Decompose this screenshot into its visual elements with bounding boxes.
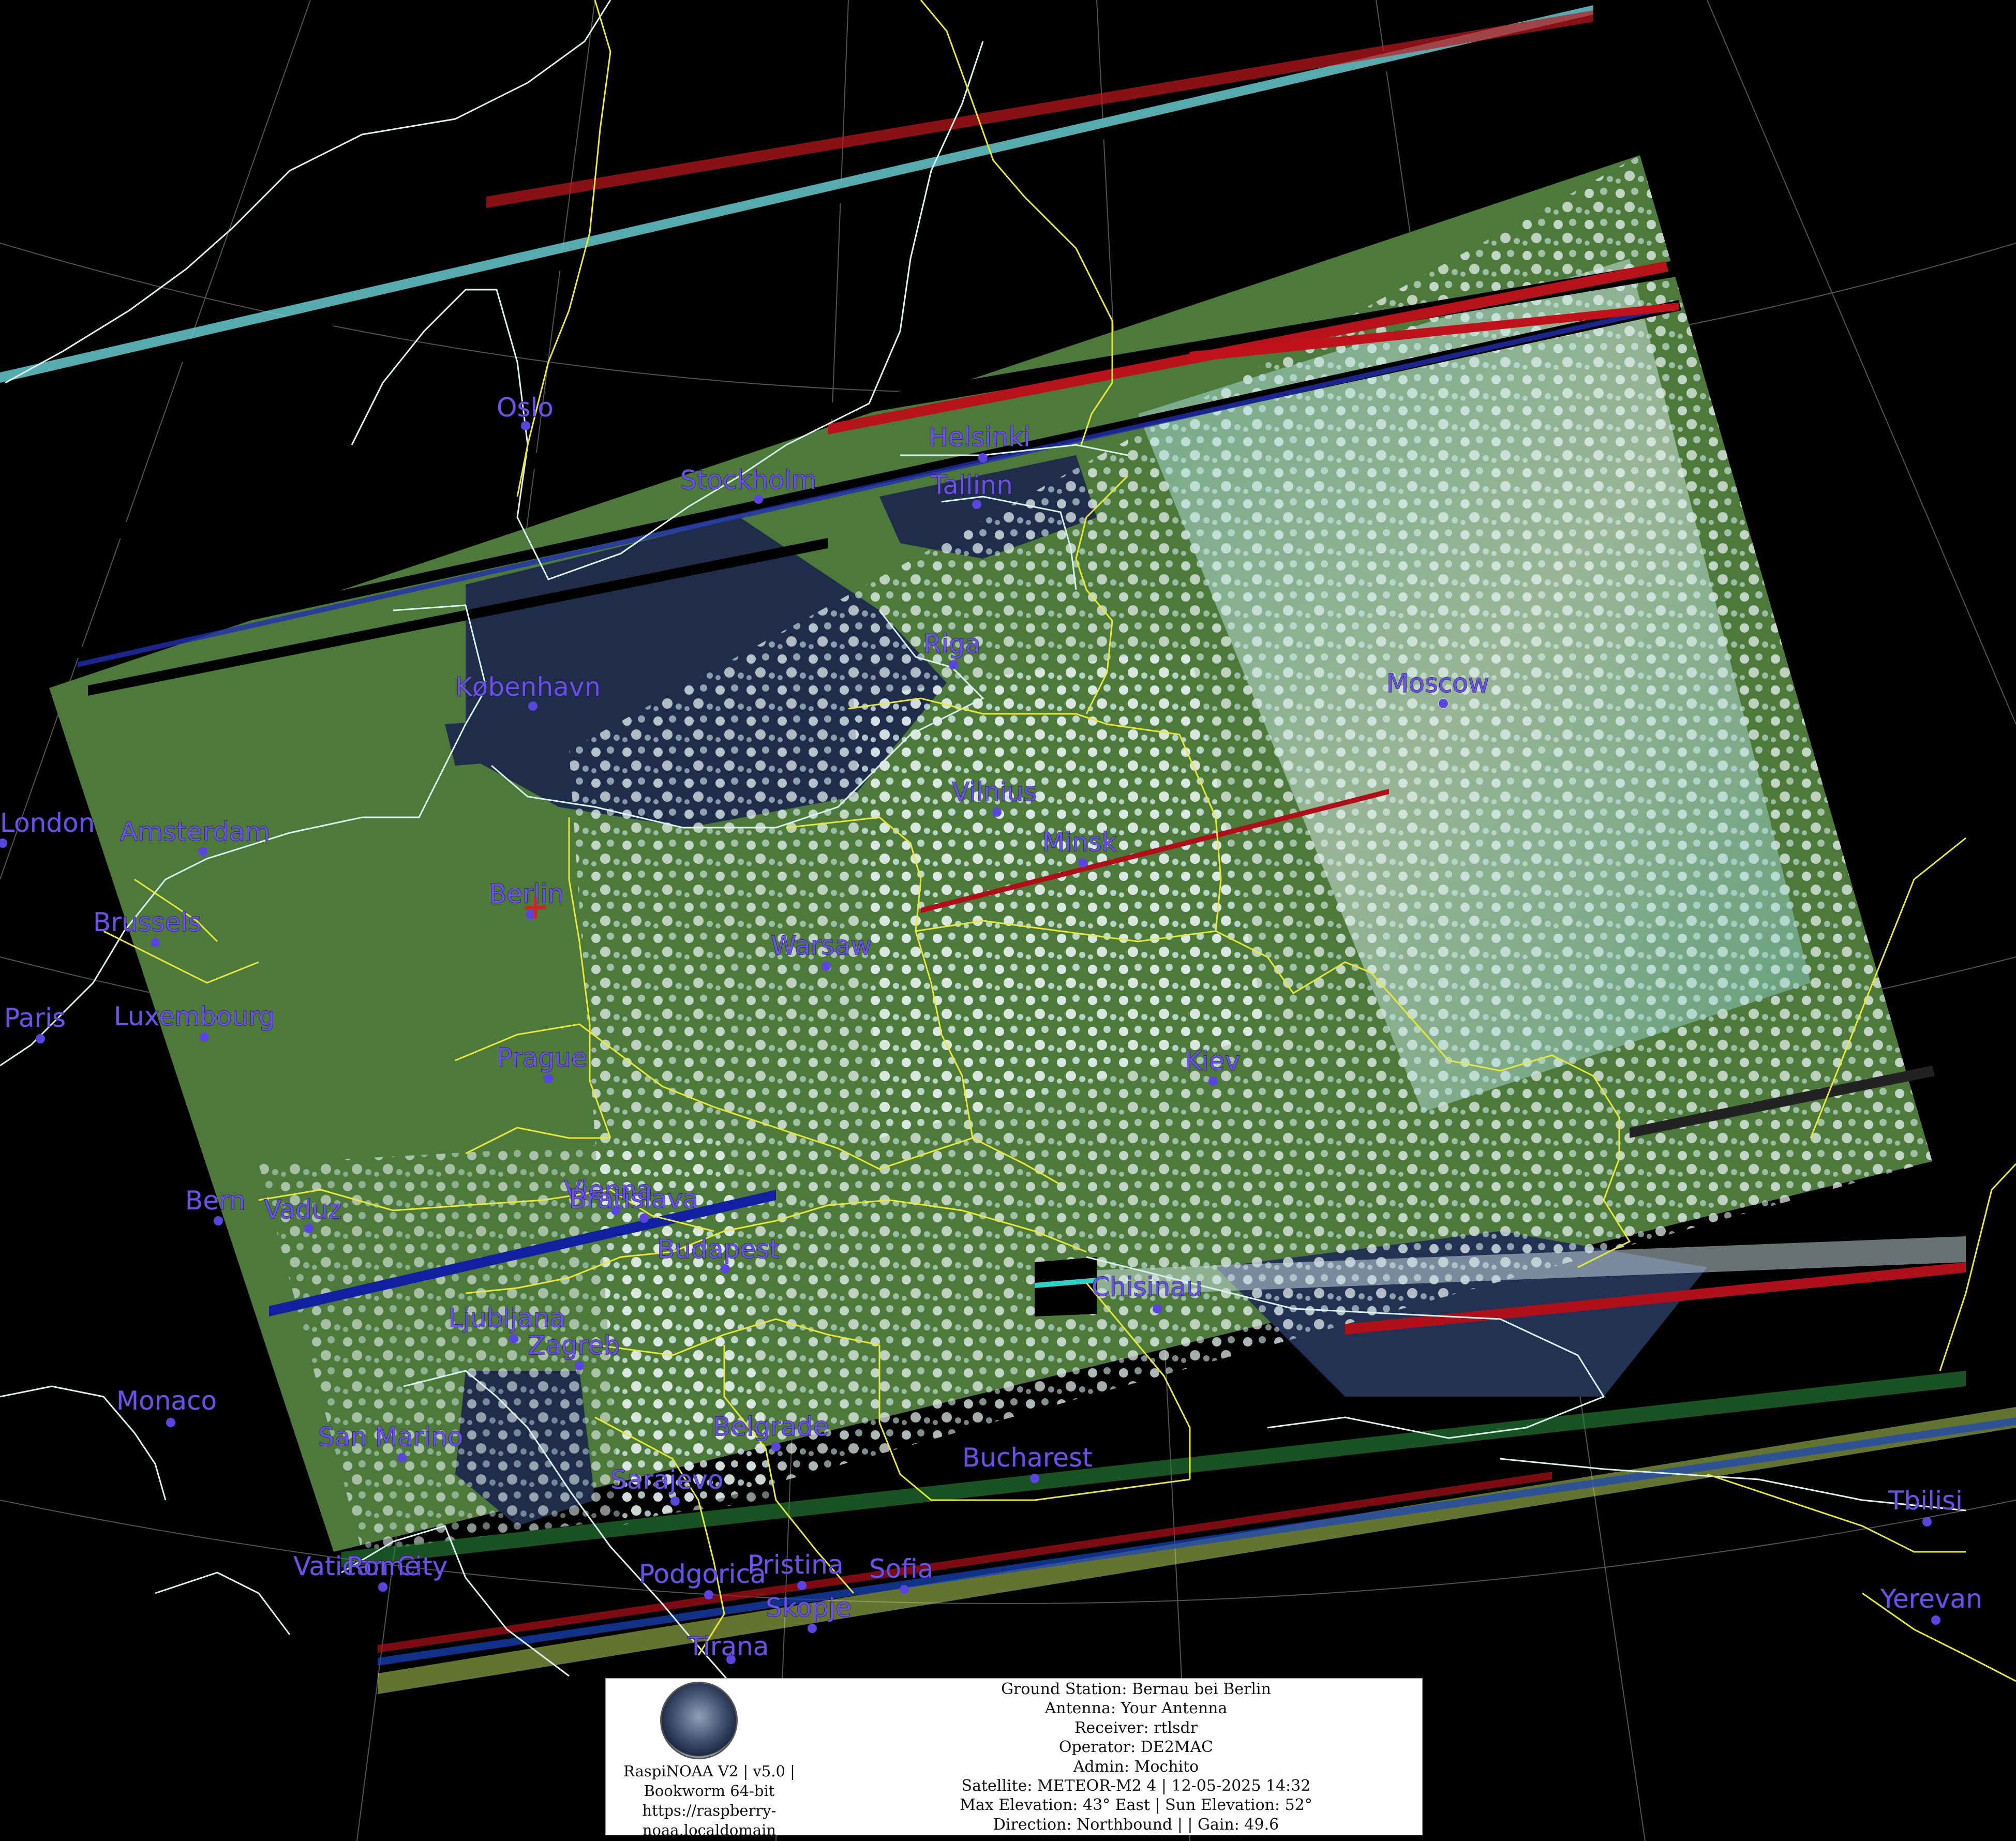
city-dot — [1439, 699, 1448, 708]
city-dot — [1922, 1517, 1932, 1526]
city-label: Tirana — [688, 1632, 769, 1662]
city-dot — [304, 1224, 313, 1233]
city-label: Vaduz — [264, 1194, 342, 1224]
city-dot — [670, 1496, 680, 1506]
city-label: Moscow — [1386, 668, 1489, 698]
city-label: Berlin — [489, 879, 564, 909]
city-dot — [797, 1581, 807, 1590]
city-label: Paris — [4, 1003, 66, 1033]
software-line: RaspiNOAA V2 | v5.0 | — [623, 1762, 795, 1780]
city-label: Skopje — [766, 1593, 852, 1623]
city-dot — [1030, 1474, 1039, 1483]
city-label: Monaco — [116, 1386, 217, 1416]
city-dot — [721, 1264, 730, 1274]
city-dot — [1153, 1304, 1162, 1313]
city-label: Prague — [497, 1043, 587, 1073]
direction-gain-line: Direction: Northbound | | Gain: 49.6 — [993, 1815, 1279, 1834]
software-info: RaspiNOAA V2 | v5.0 | Bookworm 64-bit ht… — [606, 1761, 813, 1840]
city-label: Oslo — [497, 393, 554, 423]
city-dot — [771, 1442, 781, 1451]
city-label: San Marino — [318, 1422, 463, 1452]
city-dot — [978, 453, 988, 462]
city-dot — [822, 962, 831, 971]
receiver-line: Receiver: rtlsdr — [1074, 1718, 1198, 1737]
city-dot — [544, 1074, 553, 1083]
admin-line: Admin: Mochito — [1073, 1757, 1199, 1776]
city-label: Amsterdam — [120, 817, 270, 847]
satellite-line: Satellite: METEOR-M2 4 | 12-05-2025 14:3… — [961, 1777, 1311, 1795]
city-label: Bucharest — [962, 1443, 1093, 1473]
city-dot — [704, 1590, 713, 1599]
city-label: Zagreb — [528, 1330, 620, 1360]
city-dot — [1208, 1076, 1218, 1086]
city-label: Tallinn — [931, 470, 1013, 500]
city-label: Helsinki — [929, 422, 1031, 452]
city-dot — [509, 1334, 518, 1343]
city-dot — [972, 500, 981, 509]
operator-line: Operator: DE2MAC — [1058, 1738, 1214, 1757]
city-label: Minsk — [1042, 827, 1117, 857]
city-label: Ljubljana — [449, 1303, 565, 1333]
city-label: Belgrade — [713, 1412, 829, 1442]
satellite-map: Oslo Stockholm Helsinki Tallinn Riga Københav… — [0, 0, 2016, 1841]
software-line: https://raspberry- — [642, 1802, 776, 1819]
software-line: noaa.localdomain — [642, 1821, 776, 1839]
city-label: København — [455, 672, 601, 702]
city-dot — [1078, 858, 1087, 867]
city-label: Yerevan — [1880, 1584, 1982, 1614]
software-line: Bookworm 64-bit — [644, 1782, 775, 1800]
city-dot — [166, 1418, 175, 1427]
ground-station-line: Ground Station: Bernau bei Berlin — [1001, 1680, 1271, 1698]
city-label: Tbilisi — [1888, 1486, 1963, 1516]
city-dot — [808, 1624, 817, 1633]
city-label: Stockholm — [680, 465, 816, 495]
city-label: Vilnius — [952, 777, 1037, 807]
city-label: London — [0, 808, 95, 838]
city-dot — [575, 1361, 584, 1370]
city-dot — [900, 1585, 909, 1594]
city-dot — [949, 660, 958, 669]
city-dot — [200, 1032, 209, 1042]
city-dot — [1931, 1615, 1940, 1625]
city-dot — [754, 495, 763, 504]
city-dot — [151, 938, 160, 947]
city-label: Sofia — [869, 1554, 933, 1584]
city-label: Bratislava — [569, 1184, 698, 1214]
city-dot — [397, 1453, 407, 1462]
station-details: Ground Station: Bernau bei Berlin Antenn… — [854, 1680, 1418, 1834]
city-dot — [639, 1214, 649, 1223]
city-dot — [992, 807, 1002, 817]
city-label: Podgorica — [639, 1559, 766, 1589]
city-dot — [214, 1216, 223, 1225]
city-dot — [378, 1582, 387, 1592]
city-dot — [36, 1034, 45, 1043]
city-dot — [526, 910, 535, 919]
city-tirana: Tirana — [687, 1631, 769, 1664]
city-label: Bern — [185, 1186, 245, 1216]
city-label: Sarajevo — [610, 1465, 723, 1495]
pass-info-box: RaspiNOAA V2 | v5.0 | Bookworm 64-bit ht… — [605, 1678, 1423, 1839]
city-label: Pristina — [748, 1550, 844, 1580]
elevation-line: Max Elevation: 43° East | Sun Elevation:… — [960, 1796, 1312, 1815]
city-label: Luxembourg — [114, 1001, 275, 1031]
city-label: Budapest — [657, 1234, 780, 1264]
city-label: Riga — [923, 629, 981, 659]
city-label: Brussels — [93, 907, 201, 937]
city-label: Rome — [347, 1551, 421, 1581]
city-label: Chisinau — [1092, 1272, 1202, 1302]
city-label: Warsaw — [771, 931, 872, 961]
city-dot — [528, 701, 537, 711]
city-label: Kiev — [1185, 1046, 1240, 1076]
antenna-line: Antenna: Your Antenna — [1044, 1699, 1228, 1718]
raspinoaa-logo — [660, 1682, 738, 1759]
software-block: RaspiNOAA V2 | v5.0 | Bookworm 64-bit ht… — [606, 1679, 813, 1839]
city-dot — [198, 847, 207, 856]
